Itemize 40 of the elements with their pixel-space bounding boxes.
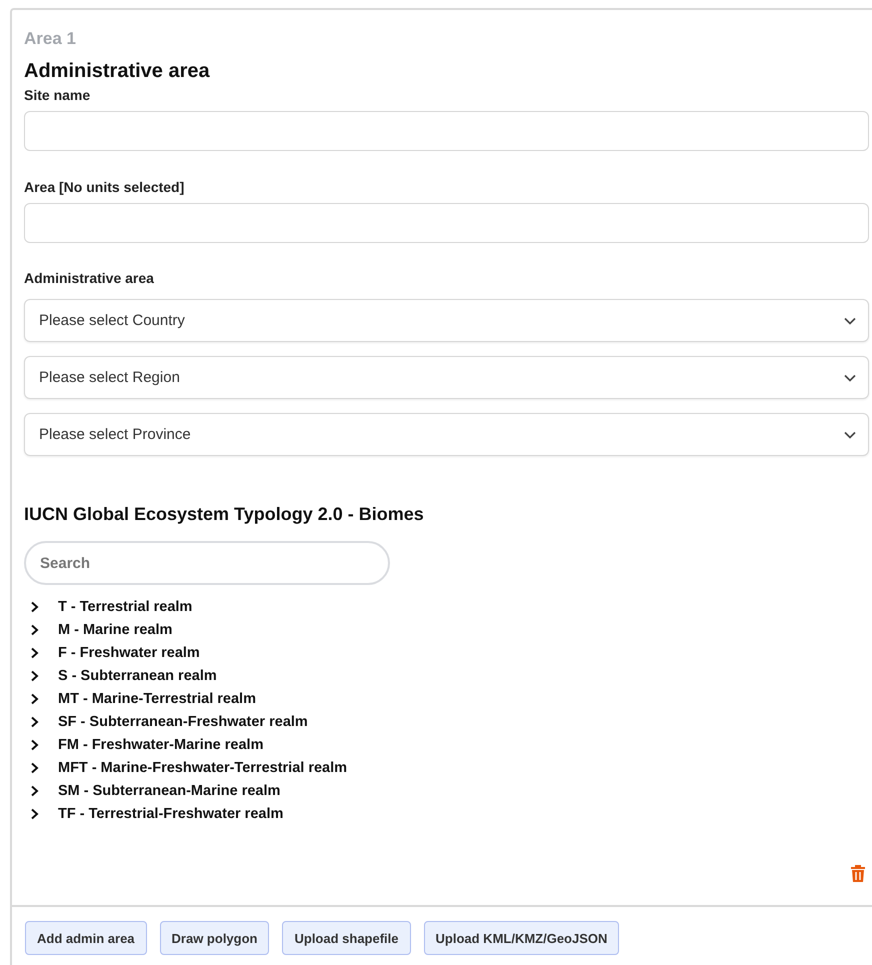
section-title: Administrative area xyxy=(24,59,211,83)
search-field[interactable]: Search xyxy=(24,541,390,585)
chevron-right-icon[interactable] xyxy=(30,692,40,704)
tree-item[interactable]: M - Marine realm xyxy=(58,622,172,638)
chevron-right-icon[interactable] xyxy=(30,716,40,728)
chevron-right-icon[interactable] xyxy=(30,600,40,612)
chevron-down-icon xyxy=(844,316,856,324)
tree-item[interactable]: TF - Terrestrial-Freshwater realm xyxy=(58,806,284,822)
chevron-right-icon[interactable] xyxy=(30,738,40,750)
tree-item[interactable]: FM - Freshwater-Marine realm xyxy=(58,736,264,752)
field-label: Site name xyxy=(24,86,92,104)
tree-item[interactable]: F - Freshwater realm xyxy=(58,644,200,660)
field-label: Area [No units selected] xyxy=(24,178,186,196)
action-button[interactable]: Add admin area xyxy=(25,921,147,955)
area-label: Area 1 xyxy=(24,28,77,50)
action-button[interactable]: Draw polygon xyxy=(160,921,270,955)
input-field[interactable] xyxy=(24,111,869,151)
action-button[interactable]: Upload KML/KMZ/GeoJSON xyxy=(424,921,620,955)
section-heading: IUCN Global Ecosystem Typology 2.0 - Biomes xyxy=(24,503,425,525)
chevron-down-icon xyxy=(844,430,856,438)
trash-icon[interactable] xyxy=(850,864,866,883)
chevron-right-icon[interactable] xyxy=(30,784,40,796)
chevron-right-icon[interactable] xyxy=(30,670,40,682)
tree-item[interactable]: SM - Subterranean-Marine realm xyxy=(58,782,280,798)
tree-item[interactable]: T - Terrestrial realm xyxy=(58,598,192,614)
chevron-right-icon[interactable] xyxy=(30,624,40,636)
tree-item[interactable]: MT - Marine-Terrestrial realm xyxy=(58,690,256,706)
input-field[interactable] xyxy=(24,203,869,243)
dropdown-select[interactable]: Please select Country xyxy=(24,299,869,342)
action-button[interactable]: Upload shapefile xyxy=(282,921,411,955)
chevron-right-icon[interactable] xyxy=(30,762,40,774)
chevron-right-icon[interactable] xyxy=(30,646,40,658)
chevron-right-icon[interactable] xyxy=(30,808,40,820)
chevron-down-icon xyxy=(844,374,856,382)
field-label: Administrative area xyxy=(24,269,155,287)
tree-item[interactable]: SF - Subterranean-Freshwater realm xyxy=(58,714,308,730)
dropdown-select[interactable]: Please select Region xyxy=(24,356,869,399)
tree-item[interactable]: S - Subterranean realm xyxy=(58,668,217,684)
tree-item[interactable]: MFT - Marine-Freshwater-Terrestrial realm xyxy=(58,760,348,776)
dropdown-select[interactable]: Please select Province xyxy=(24,413,869,456)
